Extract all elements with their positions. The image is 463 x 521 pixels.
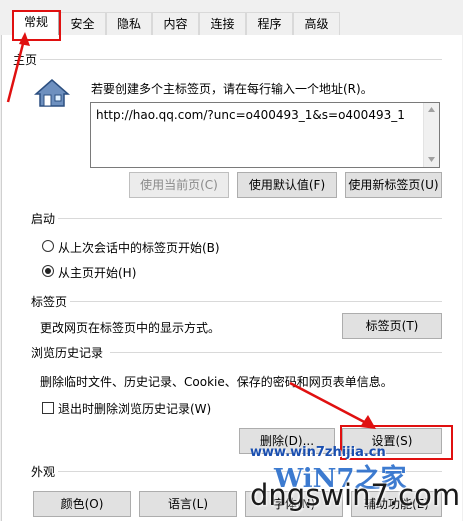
arrow-to-settings-icon: [289, 381, 376, 429]
home-divider: [40, 59, 442, 60]
tab-content[interactable]: 内容: [152, 12, 199, 35]
tabs-description: 更改网页在标签页中的显示方式。: [40, 321, 221, 335]
tab-connections[interactable]: 连接: [199, 12, 246, 35]
use-current-button[interactable]: 使用当前页(C): [129, 172, 229, 198]
history-section-label: 浏览历史记录: [31, 346, 104, 360]
watermark-big: dngswin7.com: [250, 478, 461, 512]
startup-divider: [58, 218, 442, 219]
tab-privacy[interactable]: 隐私: [106, 12, 152, 35]
delete-on-exit-label: 退出时删除浏览历史记录(W): [58, 402, 212, 416]
startup-section-label: 启动: [31, 212, 56, 226]
startup-last-session-radio[interactable]: [42, 240, 54, 252]
appearance-section-label: 外观: [31, 465, 56, 479]
tabs-section-label: 标签页: [31, 295, 68, 309]
home-url-textarea[interactable]: http://hao.qq.com/?unc=o400493_1&s=o4004…: [90, 102, 440, 168]
arrow-to-tab-icon: [6, 32, 30, 103]
delete-on-exit-checkbox[interactable]: [42, 402, 54, 414]
tab-security-label: 安全: [70, 17, 95, 31]
tab-security[interactable]: 安全: [59, 12, 106, 35]
use-default-button[interactable]: 使用默认值(F): [237, 172, 337, 198]
scroll-up-icon[interactable]: [428, 107, 435, 112]
startup-homepage-radio[interactable]: [42, 265, 54, 277]
home-url-scrollbar[interactable]: [423, 103, 439, 167]
home-instruction: 若要创建多个主标签页，请在每行输入一个地址(R)。: [91, 82, 373, 96]
colors-button[interactable]: 颜色(O): [33, 491, 131, 517]
history-divider: [110, 352, 442, 353]
tab-advanced[interactable]: 高级: [293, 12, 340, 35]
tabs-divider: [70, 301, 442, 302]
tab-programs-label: 程序: [257, 17, 282, 31]
scroll-down-icon[interactable]: [428, 157, 435, 162]
tab-content-label: 内容: [163, 17, 188, 31]
tab-connections-label: 连接: [210, 17, 235, 31]
home-url-text: http://hao.qq.com/?unc=o400493_1&s=o4004…: [96, 108, 405, 122]
startup-last-session-label: 从上次会话中的标签页开始(B): [58, 241, 220, 255]
languages-button[interactable]: 语言(L): [139, 491, 237, 517]
startup-homepage-label: 从主页开始(H): [58, 266, 137, 280]
tabs-button[interactable]: 标签页(T): [342, 313, 442, 339]
tab-privacy-label: 隐私: [116, 17, 141, 31]
tab-strip: 常规 安全 隐私 内容 连接 程序 高级: [0, 0, 463, 37]
tab-programs[interactable]: 程序: [246, 12, 293, 35]
use-newtab-button[interactable]: 使用新标签页(U): [345, 172, 442, 198]
tab-advanced-label: 高级: [304, 17, 329, 31]
